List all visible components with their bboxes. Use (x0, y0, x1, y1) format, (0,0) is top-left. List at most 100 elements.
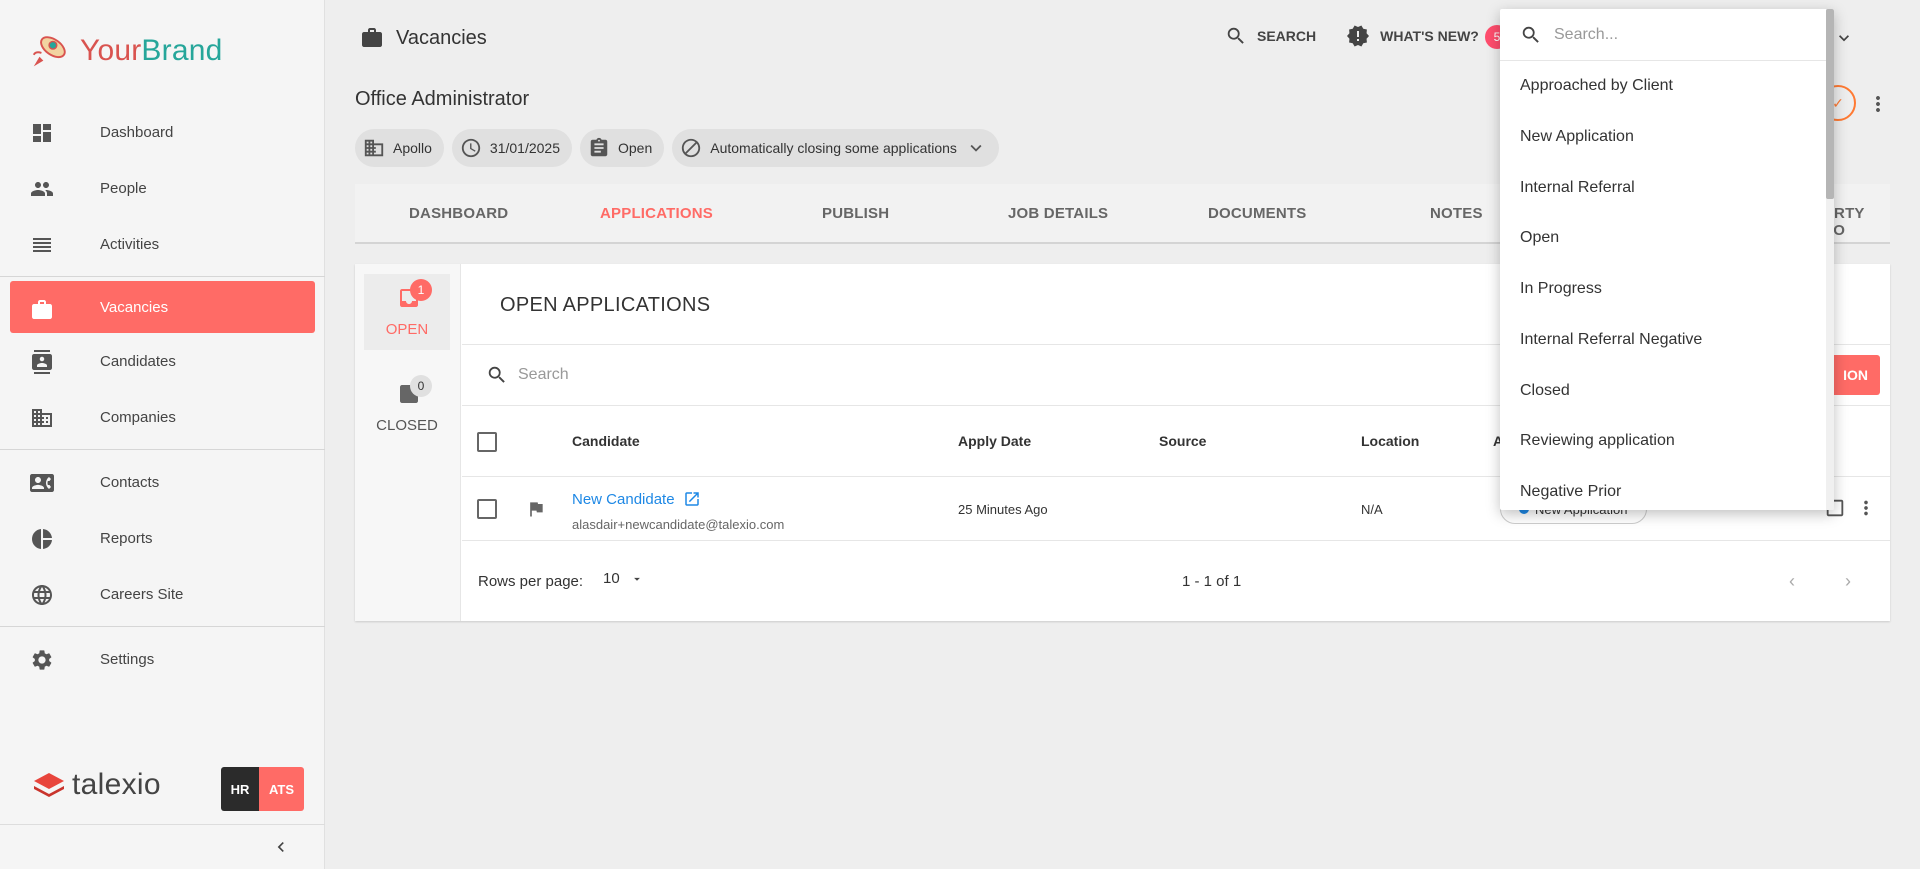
flag-icon[interactable] (526, 499, 546, 519)
building-icon (364, 139, 384, 157)
tab-dashboard[interactable]: DASHBOARD (409, 205, 508, 222)
chevron-left-icon[interactable]: ‹ (1789, 571, 1795, 592)
pie-chart-icon (32, 529, 52, 549)
dropdown-search-input[interactable] (1554, 21, 1794, 49)
page-title: Vacancies (396, 26, 487, 49)
closed-tab-label: CLOSED (376, 417, 438, 434)
auto-close-chip[interactable]: Automatically closing some applications (672, 129, 999, 167)
briefcase-icon (362, 28, 382, 47)
row-checkbox[interactable] (477, 499, 497, 519)
tab-applications[interactable]: APPLICATIONS (600, 205, 713, 222)
sidebar-item-activities[interactable]: Activities (0, 216, 325, 272)
open-in-new-icon[interactable] (683, 490, 701, 508)
sidebar-item-label: Activities (100, 235, 160, 253)
hr-switch[interactable]: HR (221, 767, 259, 811)
sidebar-item-dashboard[interactable]: Dashboard (0, 104, 325, 160)
search-button[interactable]: SEARCH (1225, 25, 1316, 47)
open-applications-tab[interactable]: 1 OPEN (364, 274, 450, 350)
dropdown-option[interactable]: New Application (1520, 128, 1634, 146)
ats-switch[interactable]: ATS (259, 767, 304, 811)
sidebar-item-contacts[interactable]: Contacts (0, 454, 325, 510)
divider (0, 626, 325, 627)
building-icon (32, 409, 52, 427)
tab-documents[interactable]: DOCUMENTS (1208, 205, 1306, 222)
sidebar-item-companies[interactable]: Companies (0, 389, 325, 445)
globe-icon (32, 585, 52, 605)
whats-new-button[interactable]: WHAT'S NEW? (1346, 24, 1479, 48)
rows-per-page-value: 10 (603, 570, 620, 587)
pagination-range: 1 - 1 of 1 (1182, 573, 1242, 590)
dropdown-option[interactable]: Internal Referral Negative (1520, 331, 1702, 349)
whats-new-label: WHAT'S NEW? (1380, 28, 1479, 44)
block-icon (682, 138, 701, 158)
tab-notes[interactable]: NOTES (1430, 205, 1483, 222)
sidebar-nav: Dashboard People Activities Vacancies Ca… (0, 104, 325, 687)
closed-applications-tab[interactable]: 0 CLOSED (364, 370, 450, 446)
column-apply-date[interactable]: Apply Date (958, 433, 1031, 449)
select-all-checkbox[interactable] (477, 432, 497, 452)
dropdown-option[interactable]: Closed (1520, 382, 1570, 400)
brand-logo[interactable]: YourBrand (28, 28, 222, 74)
divider (0, 449, 325, 450)
more-vert-icon[interactable] (1866, 92, 1890, 116)
candidate-email: alasdair+newcandidate@talexio.com (572, 517, 785, 532)
apply-date-cell: 25 Minutes Ago (958, 502, 1048, 517)
chevron-left-icon[interactable] (271, 837, 291, 857)
talexio-wordmark: talexio (72, 768, 161, 801)
dropdown-option[interactable]: Open (1520, 229, 1559, 247)
sidebar-item-people[interactable]: People (0, 160, 325, 216)
column-candidate[interactable]: Candidate (572, 433, 640, 449)
dropdown-option[interactable]: Reviewing application (1520, 432, 1675, 450)
candidate-name-link[interactable]: New Candidate (572, 490, 701, 508)
more-vert-icon[interactable] (1855, 497, 1877, 519)
candidate-icon (32, 350, 52, 374)
sidebar-item-label: Reports (100, 529, 153, 547)
company-chip-label: Apollo (393, 140, 432, 156)
vacancy-chips: Apollo 31/01/2025 Open Automatically clo… (355, 129, 999, 167)
candidate-name: New Candidate (572, 490, 675, 508)
status-dropdown: Approached by Client New Application Int… (1500, 9, 1834, 510)
applications-heading: OPEN APPLICATIONS (500, 294, 711, 316)
product-switcher[interactable]: HR ATS (221, 767, 304, 811)
tab-job-details[interactable]: JOB DETAILS (1008, 205, 1108, 222)
rocket-icon (32, 36, 66, 67)
dropdown-option[interactable]: Approached by Client (1520, 77, 1673, 95)
people-icon (31, 182, 53, 196)
closed-count-badge: 0 (410, 375, 432, 397)
sidebar-item-vacancies[interactable]: Vacancies (10, 281, 315, 333)
dropdown-option[interactable]: Negative Prior (1520, 483, 1621, 501)
sidebar-item-reports[interactable]: Reports (0, 510, 325, 566)
column-location[interactable]: Location (1361, 433, 1419, 449)
column-source[interactable]: Source (1159, 433, 1206, 449)
contact-card-icon (30, 474, 54, 492)
application-state-tabs: 1 OPEN 0 CLOSED (355, 264, 461, 621)
chevron-right-icon[interactable]: › (1845, 571, 1851, 592)
dropdown-scrollbar-thumb[interactable] (1826, 9, 1834, 199)
divider (0, 276, 325, 277)
status-chip[interactable]: Open (580, 129, 665, 167)
tab-publish[interactable]: PUBLISH (822, 205, 889, 222)
chevron-down-icon (1839, 35, 1850, 42)
applications-search-input[interactable] (518, 359, 1218, 391)
caret-down-icon (633, 577, 640, 581)
date-chip[interactable]: 31/01/2025 (451, 129, 572, 167)
alert-badge-icon (1347, 25, 1370, 47)
auto-close-chip-label: Automatically closing some applications (710, 140, 957, 156)
sidebar-item-candidates[interactable]: Candidates (0, 333, 325, 389)
rows-per-page-select[interactable]: 10 (603, 570, 644, 587)
company-chip[interactable]: Apollo (355, 129, 444, 167)
search-icon (488, 366, 505, 383)
date-chip-label: 31/01/2025 (489, 140, 560, 156)
sidebar: YourBrand Dashboard People Activities Va… (0, 0, 325, 869)
dropdown-option[interactable]: In Progress (1520, 280, 1602, 298)
sidebar-item-label: Vacancies (100, 298, 169, 316)
sidebar-item-settings[interactable]: Settings (0, 631, 325, 687)
dropdown-option[interactable]: Internal Referral (1520, 179, 1635, 197)
sidebar-item-label: Contacts (100, 473, 160, 491)
dropdown-search-row (1500, 9, 1834, 61)
sidebar-item-label: People (100, 179, 147, 197)
search-icon (1522, 26, 1539, 43)
sidebar-footer (0, 824, 325, 869)
sidebar-item-careers-site[interactable]: Careers Site (0, 566, 325, 622)
page-header: Vacancies (360, 26, 487, 50)
